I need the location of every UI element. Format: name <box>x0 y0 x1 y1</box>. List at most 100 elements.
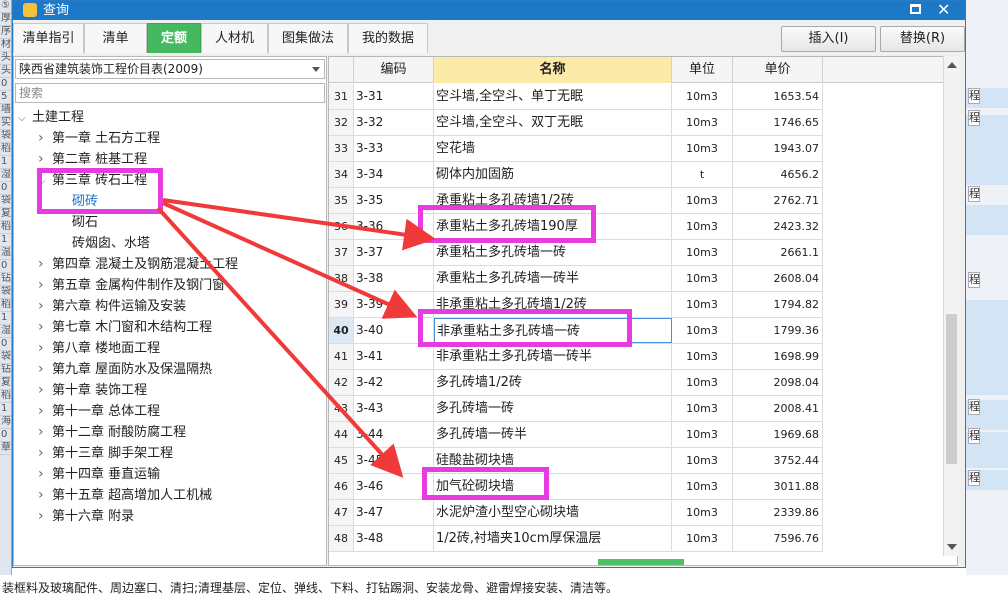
table-row[interactable]: 46 3-46 加气砼砌块墙 10m3 3011.88 <box>329 474 823 500</box>
cell-unit[interactable]: 10m3 <box>672 266 733 291</box>
row-number[interactable]: 46 <box>329 474 354 499</box>
tab-atlas-practice[interactable]: 图集做法 <box>268 23 348 53</box>
cell-price[interactable]: 2423.32 <box>733 214 823 239</box>
chevron-right-icon[interactable]: › <box>38 128 52 149</box>
cell-code[interactable]: 3-34 <box>354 162 434 187</box>
row-number[interactable]: 32 <box>329 110 354 135</box>
cell-unit[interactable]: 10m3 <box>672 526 733 551</box>
tree-node[interactable]: › 第十章 装饰工程 <box>38 380 147 401</box>
chevron-down-icon[interactable]: ⌵ <box>18 108 32 129</box>
tree-node[interactable]: › 第十一章 总体工程 <box>38 401 160 422</box>
search-input[interactable]: 搜索 <box>15 83 325 103</box>
table-row[interactable]: 41 3-41 非承重粘土多孔砖墙一砖半 10m3 1698.99 <box>329 344 823 370</box>
row-number[interactable]: 48 <box>329 526 354 551</box>
cell-unit[interactable]: 10m3 <box>672 318 733 343</box>
cell-unit[interactable]: t <box>672 162 733 187</box>
cell-price[interactable]: 2762.71 <box>733 188 823 213</box>
table-row[interactable]: 34 3-34 砌体内加固筋 t 4656.2 <box>329 162 823 188</box>
row-number[interactable]: 38 <box>329 266 354 291</box>
cell-name[interactable]: 承重粘土多孔砖墙一砖半 <box>434 266 672 291</box>
row-number[interactable]: 45 <box>329 448 354 473</box>
tab-bill-guide[interactable]: 清单指引 <box>13 23 84 53</box>
cell-price[interactable]: 1943.07 <box>733 136 823 161</box>
table-row[interactable]: 33 3-33 空花墙 10m3 1943.07 <box>329 136 823 162</box>
cell-code[interactable]: 3-44 <box>354 422 434 447</box>
scroll-down-icon[interactable] <box>947 544 957 550</box>
cell-code[interactable]: 3-42 <box>354 370 434 395</box>
chevron-right-icon[interactable]: › <box>38 506 52 527</box>
tree-node[interactable]: › 第五章 金属构件制作及钢门窗 <box>38 275 225 296</box>
insert-button[interactable]: 插入(I) <box>781 26 876 52</box>
cell-name[interactable]: 空斗墙,全空斗、单丁无眠 <box>434 84 672 109</box>
row-number[interactable]: 41 <box>329 344 354 369</box>
tree-node[interactable]: › 第七章 木门窗和木结构工程 <box>38 317 212 338</box>
table-row[interactable]: 37 3-37 承重粘土多孔砖墙一砖 10m3 2661.1 <box>329 240 823 266</box>
table-row[interactable]: 47 3-47 水泥炉渣小型空心砌块墙 10m3 2339.86 <box>329 500 823 526</box>
tab-my-data[interactable]: 我的数据 <box>348 23 428 53</box>
cell-price[interactable]: 7596.76 <box>733 526 823 551</box>
column-header-code[interactable]: 编码 <box>354 57 434 83</box>
cell-code[interactable]: 3-48 <box>354 526 434 551</box>
chevron-right-icon[interactable]: › <box>38 296 52 317</box>
row-number[interactable]: 36 <box>329 214 354 239</box>
cell-unit[interactable]: 10m3 <box>672 422 733 447</box>
cell-unit[interactable]: 10m3 <box>672 500 733 525</box>
cell-unit[interactable]: 10m3 <box>672 240 733 265</box>
cell-price[interactable]: 2661.1 <box>733 240 823 265</box>
tab-bill[interactable]: 清单 <box>84 23 147 53</box>
tree-node[interactable]: › 第六章 构件运输及安装 <box>38 296 186 317</box>
cell-name[interactable]: 水泥炉渣小型空心砌块墙 <box>434 500 672 525</box>
tree-node[interactable]: › 第十三章 脚手架工程 <box>38 443 173 464</box>
cell-code[interactable]: 3-43 <box>354 396 434 421</box>
tree-node[interactable]: 砌石 <box>58 212 98 233</box>
tree-node[interactable]: › 第四章 混凝土及钢筋混凝土工程 <box>38 254 238 275</box>
tree-node[interactable]: ⌵ 土建工程 <box>18 107 84 128</box>
row-number[interactable]: 44 <box>329 422 354 447</box>
row-number[interactable]: 33 <box>329 136 354 161</box>
table-row[interactable]: 31 3-31 空斗墙,全空斗、单丁无眠 10m3 1653.54 <box>329 84 823 110</box>
table-row[interactable]: 45 3-45 硅酸盐砌块墙 10m3 3752.44 <box>329 448 823 474</box>
title-bar[interactable]: 查询 ✕ <box>13 0 965 20</box>
cell-price[interactable]: 2339.86 <box>733 500 823 525</box>
tree-node[interactable]: › 第八章 楼地面工程 <box>38 338 160 359</box>
row-number[interactable]: 40 <box>329 318 354 343</box>
table-row[interactable]: 48 3-48 1/2砖,衬墙夹10cm厚保温层 10m3 7596.76 <box>329 526 823 552</box>
chevron-right-icon[interactable]: › <box>38 359 52 380</box>
cell-unit[interactable]: 10m3 <box>672 110 733 135</box>
tree-node[interactable]: › 第一章 土石方工程 <box>38 128 160 149</box>
cell-price[interactable]: 1653.54 <box>733 84 823 109</box>
cell-unit[interactable]: 10m3 <box>672 84 733 109</box>
tree-node[interactable]: › 第九章 屋面防水及保温隔热 <box>38 359 212 380</box>
cell-price[interactable]: 2008.41 <box>733 396 823 421</box>
cell-code[interactable]: 3-41 <box>354 344 434 369</box>
cell-unit[interactable]: 10m3 <box>672 370 733 395</box>
column-header-price[interactable]: 单价 <box>733 57 823 83</box>
cell-name[interactable]: 多孔砖墙1/2砖 <box>434 370 672 395</box>
cell-unit[interactable]: 10m3 <box>672 396 733 421</box>
cell-unit[interactable]: 10m3 <box>672 448 733 473</box>
cell-code[interactable]: 3-32 <box>354 110 434 135</box>
cell-unit[interactable]: 10m3 <box>672 474 733 499</box>
tree-node[interactable]: 砖烟囱、水塔 <box>58 233 150 254</box>
chevron-right-icon[interactable]: › <box>38 380 52 401</box>
cell-name[interactable]: 砌体内加固筋 <box>434 162 672 187</box>
cell-code[interactable]: 3-47 <box>354 500 434 525</box>
cell-price[interactable]: 1746.65 <box>733 110 823 135</box>
table-row[interactable]: 44 3-44 多孔砖墙一砖半 10m3 1969.68 <box>329 422 823 448</box>
cell-name[interactable]: 非承重粘土多孔砖墙一砖半 <box>434 344 672 369</box>
row-number[interactable]: 39 <box>329 292 354 317</box>
cell-unit[interactable]: 10m3 <box>672 344 733 369</box>
cell-price[interactable]: 1969.68 <box>733 422 823 447</box>
row-number[interactable]: 34 <box>329 162 354 187</box>
row-number[interactable]: 31 <box>329 84 354 109</box>
cell-price[interactable]: 2098.04 <box>733 370 823 395</box>
library-select[interactable]: 陕西省建筑装饰工程价目表(2009) <box>15 59 325 79</box>
cell-name[interactable]: 多孔砖墙一砖半 <box>434 422 672 447</box>
cell-unit[interactable]: 10m3 <box>672 292 733 317</box>
chevron-right-icon[interactable]: › <box>38 275 52 296</box>
chevron-right-icon[interactable]: › <box>38 464 52 485</box>
cell-code[interactable]: 3-31 <box>354 84 434 109</box>
cell-name[interactable]: 1/2砖,衬墙夹10cm厚保温层 <box>434 526 672 551</box>
chevron-right-icon[interactable]: › <box>38 485 52 506</box>
tree-node[interactable]: › 第十二章 耐酸防腐工程 <box>38 422 186 443</box>
